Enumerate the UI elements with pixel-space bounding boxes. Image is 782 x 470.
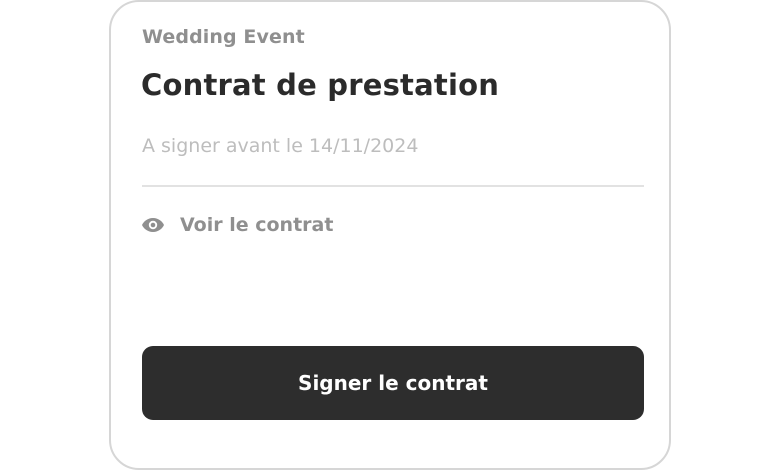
sign-contract-button[interactable]: Signer le contrat: [142, 346, 644, 420]
card-title: Contrat de prestation: [141, 68, 500, 102]
contract-card: Wedding Event Contrat de prestation A si…: [109, 0, 671, 470]
event-name: Wedding Event: [142, 26, 305, 48]
view-contract-link[interactable]: Voir le contrat: [140, 208, 333, 242]
divider: [142, 185, 644, 187]
view-contract-label: Voir le contrat: [180, 214, 334, 236]
eye-icon: [140, 215, 166, 235]
signing-deadline: A signer avant le 14/11/2024: [142, 135, 419, 157]
